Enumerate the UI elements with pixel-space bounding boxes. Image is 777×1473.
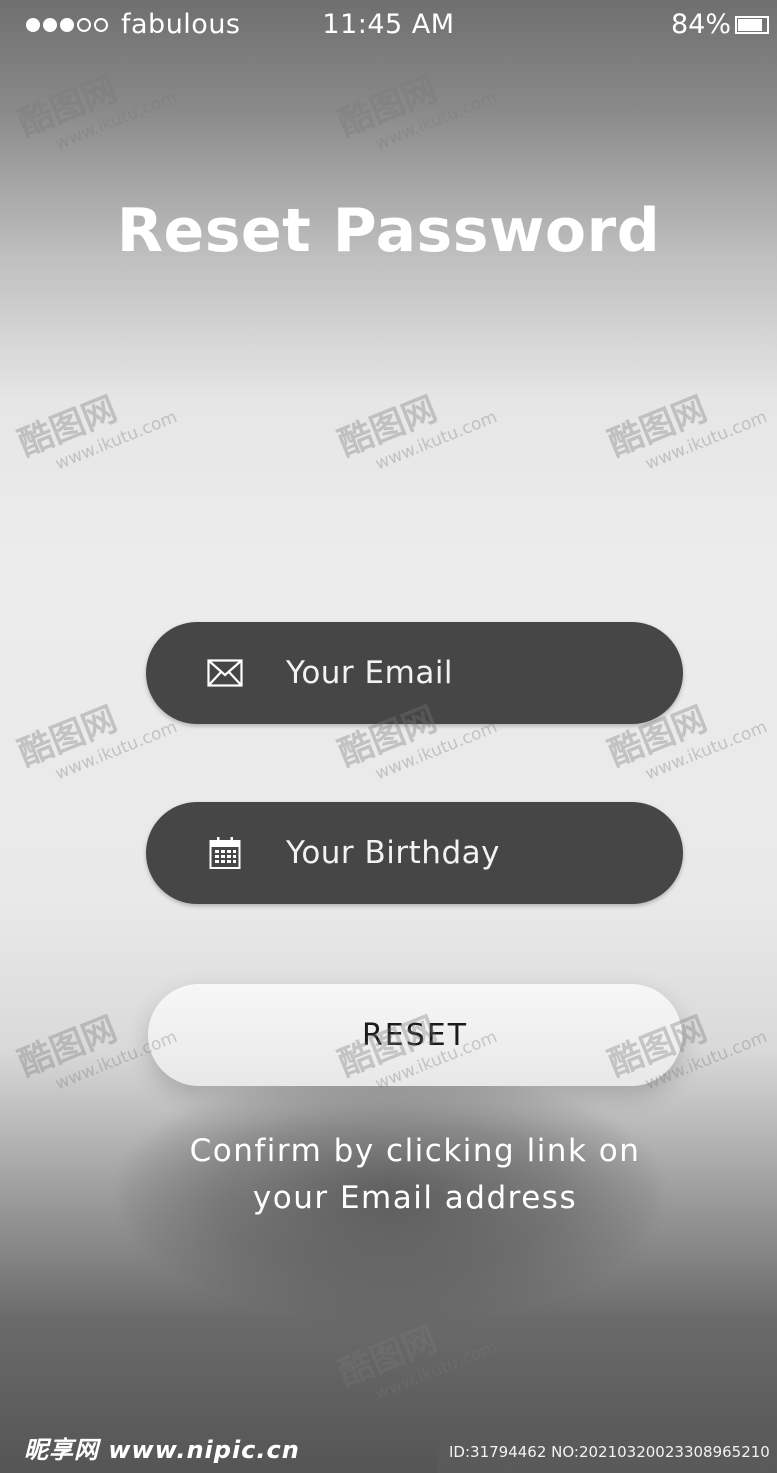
watermark-url: www.ikutu.com <box>52 717 181 785</box>
watermark-url: www.ikutu.com <box>372 1337 501 1405</box>
status-right: 84% <box>671 9 769 40</box>
watermark-url: www.ikutu.com <box>52 407 181 475</box>
reset-button[interactable]: RESET <box>148 984 682 1086</box>
birthday-input[interactable] <box>286 835 646 871</box>
birthday-field[interactable] <box>146 802 683 904</box>
email-input[interactable] <box>286 655 646 691</box>
watermark-url: www.ikutu.com <box>372 407 501 475</box>
watermark-url: www.ikutu.com <box>372 87 501 155</box>
status-bar: fabulous 11:45 AM 84% <box>0 0 777 54</box>
watermark: 酷图网 www.ikutu.com <box>10 362 180 484</box>
watermark: 酷图网 www.ikutu.com <box>10 42 180 164</box>
watermark-url: www.ikutu.com <box>372 717 501 785</box>
watermark: 酷图网 www.ikutu.com <box>330 362 500 484</box>
footer-bar: 昵享网 www.nipic.cn ID:31794462 NO:20210320… <box>0 1425 777 1473</box>
watermark-brand: 酷图网 <box>332 389 443 465</box>
battery-percent: 84% <box>670 9 731 40</box>
watermark-brand: 酷图网 <box>332 69 443 145</box>
watermark-url: www.ikutu.com <box>52 87 181 155</box>
watermark-url: www.ikutu.com <box>642 717 771 785</box>
confirm-message: Confirm by clicking link on your Email a… <box>150 1128 680 1222</box>
watermark-brand: 酷图网 <box>602 389 713 465</box>
watermark-url: www.ikutu.com <box>642 407 771 475</box>
confirm-message-line-2: your Email address <box>252 1180 578 1216</box>
email-field[interactable] <box>146 622 683 724</box>
site-logo: 昵享网 www.nipic.cn <box>24 1436 300 1464</box>
watermark-brand: 酷图网 <box>12 389 123 465</box>
watermark-brand: 酷图网 <box>12 69 123 145</box>
envelope-icon <box>206 654 244 692</box>
watermark: 酷图网 www.ikutu.com <box>330 42 500 164</box>
calendar-icon <box>206 834 244 872</box>
confirm-message-line-1: Confirm by clicking link on <box>189 1133 641 1169</box>
status-time: 11:45 AM <box>322 9 455 40</box>
image-id-label: ID:31794462 NO:20210320023308965210 <box>437 1431 777 1473</box>
battery-icon <box>735 15 769 34</box>
page-title: Reset Password <box>116 196 661 266</box>
watermark: 酷图网 www.ikutu.com <box>600 362 770 484</box>
